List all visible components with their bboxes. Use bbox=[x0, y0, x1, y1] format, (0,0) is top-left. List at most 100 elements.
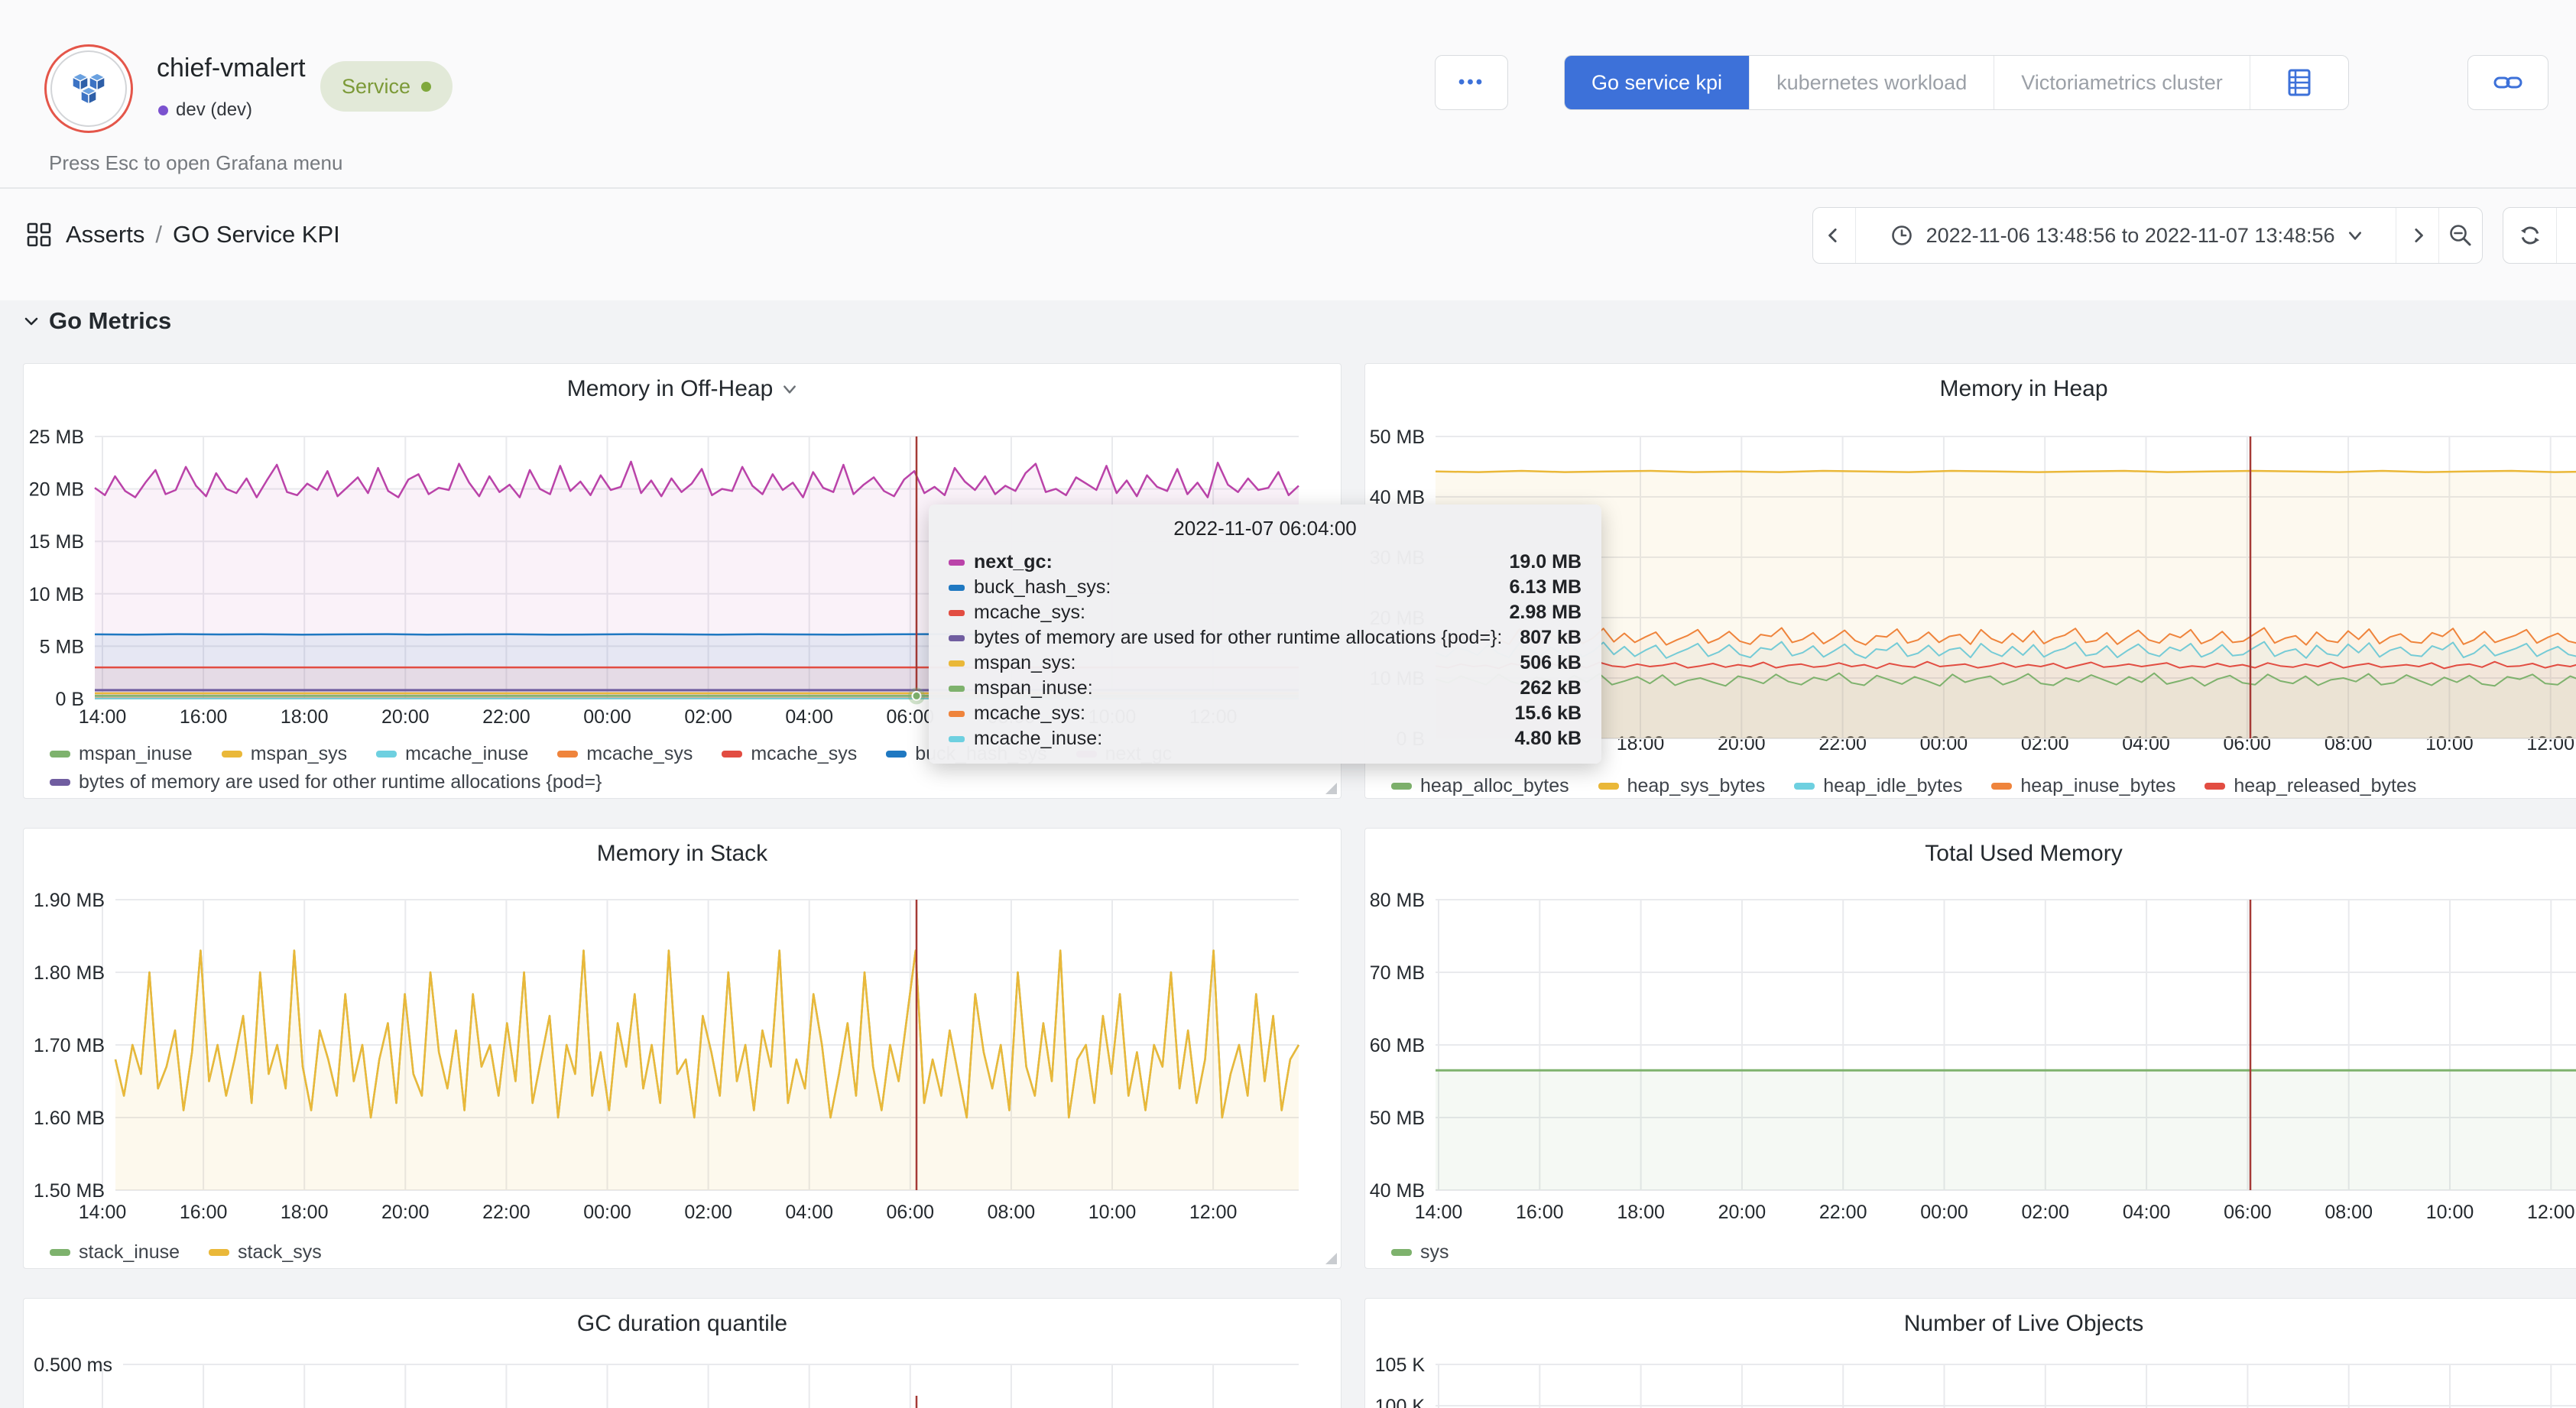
dashboard-list-button[interactable] bbox=[2250, 56, 2348, 109]
legend-color-chip bbox=[722, 751, 742, 758]
chart-tooltip: 2022-11-07 06:04:00 next_gc:19.0 MBbuck_… bbox=[929, 504, 1601, 764]
panel-resize-handle[interactable] bbox=[1325, 783, 1337, 794]
x-tick-label: 20:00 bbox=[1718, 1202, 1767, 1223]
y-tick-label: 0 B bbox=[55, 689, 84, 710]
x-tick-label: 08:00 bbox=[988, 1202, 1036, 1223]
panel-total-used-memory: Total Used Memory 14:0016:0018:0020:0022… bbox=[1364, 828, 2576, 1269]
app-header: chief-vmalert dev (dev) Service Press Es… bbox=[0, 0, 2576, 189]
legend-item[interactable]: heap_idle_bytes bbox=[1794, 775, 1962, 797]
chart-memory-in-stack[interactable]: 14:0016:0018:0020:0022:0000:0002:0004:00… bbox=[24, 829, 1342, 1269]
x-tick-label: 18:00 bbox=[281, 706, 329, 728]
legend-item[interactable]: heap_released_bytes bbox=[2205, 775, 2416, 797]
link-icon bbox=[2492, 67, 2524, 98]
y-tick-label: 25 MB bbox=[29, 427, 84, 448]
tooltip-series-label: mcache_inuse: bbox=[974, 728, 1102, 750]
esc-hint: Press Esc to open Grafana menu bbox=[49, 151, 342, 175]
zoom-out-time-button[interactable] bbox=[2439, 208, 2482, 263]
row-go-metrics[interactable]: Go Metrics bbox=[23, 307, 171, 335]
legend-color-chip bbox=[2205, 783, 2225, 790]
dashboard-toolbar: Asserts / GO Service KPI 2022-11-06 13:4… bbox=[0, 189, 2576, 300]
panel-title[interactable]: Memory in Off-Heap bbox=[24, 376, 1341, 402]
tooltip-series-value: 262 kB bbox=[1504, 677, 1582, 699]
y-tick-label: 1.60 MB bbox=[34, 1108, 105, 1129]
tab-kubernetes-workload[interactable]: kubernetes workload bbox=[1750, 56, 1994, 109]
dashboard-tabs: Go service kpi kubernetes workload Victo… bbox=[1564, 55, 2349, 110]
y-tick-label: 100 K bbox=[1375, 1396, 1426, 1408]
time-shift-forward-button[interactable] bbox=[2396, 208, 2439, 263]
refresh-interval-dropdown[interactable] bbox=[2557, 208, 2576, 263]
tooltip-series-label: mspan_inuse: bbox=[974, 677, 1093, 699]
legend-item[interactable]: sys bbox=[1391, 1241, 1449, 1264]
x-tick-label: 20:00 bbox=[381, 1202, 430, 1223]
panel-title[interactable]: Memory in Stack bbox=[24, 841, 1341, 867]
legend-item[interactable]: bytes of memory are used for other runti… bbox=[50, 771, 602, 793]
x-tick-label: 16:00 bbox=[180, 706, 228, 728]
panel-resize-handle[interactable] bbox=[1325, 1253, 1337, 1264]
tab-victoriametrics-cluster[interactable]: Victoriametrics cluster bbox=[1994, 56, 2250, 109]
x-tick-label: 10:00 bbox=[1088, 1202, 1137, 1223]
tab-go-service-kpi[interactable]: Go service kpi bbox=[1565, 56, 1750, 109]
service-status-dot-icon bbox=[421, 82, 431, 92]
legend-item[interactable]: stack_inuse bbox=[50, 1241, 180, 1264]
panel-title[interactable]: Memory in Heap bbox=[1365, 376, 2576, 402]
caret-down-icon bbox=[2347, 228, 2363, 243]
tooltip-row: mspan_inuse: 262 kB bbox=[949, 676, 1582, 701]
y-tick-label: 15 MB bbox=[29, 531, 84, 553]
service-avatar[interactable] bbox=[44, 44, 133, 133]
y-tick-label: 1.80 MB bbox=[34, 962, 105, 984]
panel-title[interactable]: Total Used Memory bbox=[1365, 841, 2576, 867]
env-dot-icon bbox=[158, 105, 168, 115]
service-name: chief-vmalert bbox=[157, 54, 306, 83]
panel-title[interactable]: GC duration quantile bbox=[24, 1311, 1341, 1337]
tooltip-row: mcache_inuse:4.80 kB bbox=[949, 726, 1582, 751]
panel-title[interactable]: Number of Live Objects bbox=[1365, 1311, 2576, 1337]
tooltip-row: next_gc:19.0 MB bbox=[949, 550, 1582, 575]
legend-item[interactable]: mcache_sys bbox=[557, 743, 693, 765]
service-badge-label: Service bbox=[342, 75, 410, 99]
more-options-button[interactable]: ••• bbox=[1435, 55, 1508, 110]
cubes-logo-icon bbox=[67, 68, 111, 109]
x-tick-label: 00:00 bbox=[1920, 1202, 1968, 1223]
x-tick-label: 16:00 bbox=[180, 1202, 228, 1223]
legend-item[interactable]: heap_sys_bytes bbox=[1598, 775, 1766, 797]
tooltip-row: buck_hash_sys:6.13 MB bbox=[949, 575, 1582, 600]
legend-item[interactable]: heap_alloc_bytes bbox=[1391, 775, 1569, 797]
time-range-picker[interactable]: 2022-11-06 13:48:56 to 2022-11-07 13:48:… bbox=[1856, 208, 2396, 263]
breadcrumb-separator: / bbox=[155, 221, 162, 248]
legend-item[interactable]: heap_inuse_bytes bbox=[1991, 775, 2175, 797]
tooltip-series-value: 2.98 MB bbox=[1494, 602, 1582, 624]
series-heap_sys_bytes bbox=[1436, 471, 2576, 472]
refresh-dashboard-button[interactable] bbox=[2503, 208, 2557, 263]
x-tick-label: 16:00 bbox=[1516, 1202, 1564, 1223]
legend-item[interactable]: mcache_inuse bbox=[376, 743, 528, 765]
panel-menu-caret-icon bbox=[782, 381, 797, 397]
legend-item[interactable]: mcache_sys bbox=[722, 743, 857, 765]
share-link-button[interactable] bbox=[2467, 55, 2548, 110]
time-range-controls: 2022-11-06 13:48:56 to 2022-11-07 13:48:… bbox=[1812, 207, 2483, 264]
y-tick-label: 5 MB bbox=[40, 636, 84, 657]
x-tick-label: 22:00 bbox=[1819, 1202, 1867, 1223]
hover-point-marker bbox=[913, 692, 921, 700]
legend-item[interactable]: mspan_inuse bbox=[50, 743, 193, 765]
tooltip-series-chip bbox=[949, 660, 965, 667]
chart-total-used-memory[interactable]: 14:0016:0018:0020:0022:0000:0002:0004:00… bbox=[1365, 829, 2576, 1269]
x-tick-label: 14:00 bbox=[79, 1202, 127, 1223]
legend-color-chip bbox=[222, 751, 242, 758]
x-tick-label: 00:00 bbox=[583, 1202, 631, 1223]
y-tick-label: 60 MB bbox=[1370, 1035, 1425, 1056]
legend-color-chip bbox=[1391, 783, 1412, 790]
x-tick-label: 22:00 bbox=[482, 706, 530, 728]
breadcrumb-current: GO Service KPI bbox=[173, 221, 340, 248]
legend-item[interactable]: mspan_sys bbox=[222, 743, 347, 765]
breadcrumb-root[interactable]: Asserts bbox=[66, 221, 144, 248]
legend-item[interactable]: stack_sys bbox=[209, 1241, 322, 1264]
time-shift-back-button[interactable] bbox=[1813, 208, 1856, 263]
tooltip-series-value: 19.0 MB bbox=[1494, 551, 1582, 573]
legend-color-chip bbox=[209, 1249, 229, 1256]
x-tick-label: 02:00 bbox=[684, 706, 732, 728]
x-tick-label: 06:00 bbox=[2224, 1202, 2272, 1223]
x-tick-label: 06:00 bbox=[887, 706, 935, 728]
x-tick-label: 02:00 bbox=[684, 1202, 732, 1223]
x-tick-label: 12:00 bbox=[2527, 1202, 2575, 1223]
chevron-right-icon bbox=[2409, 226, 2427, 245]
